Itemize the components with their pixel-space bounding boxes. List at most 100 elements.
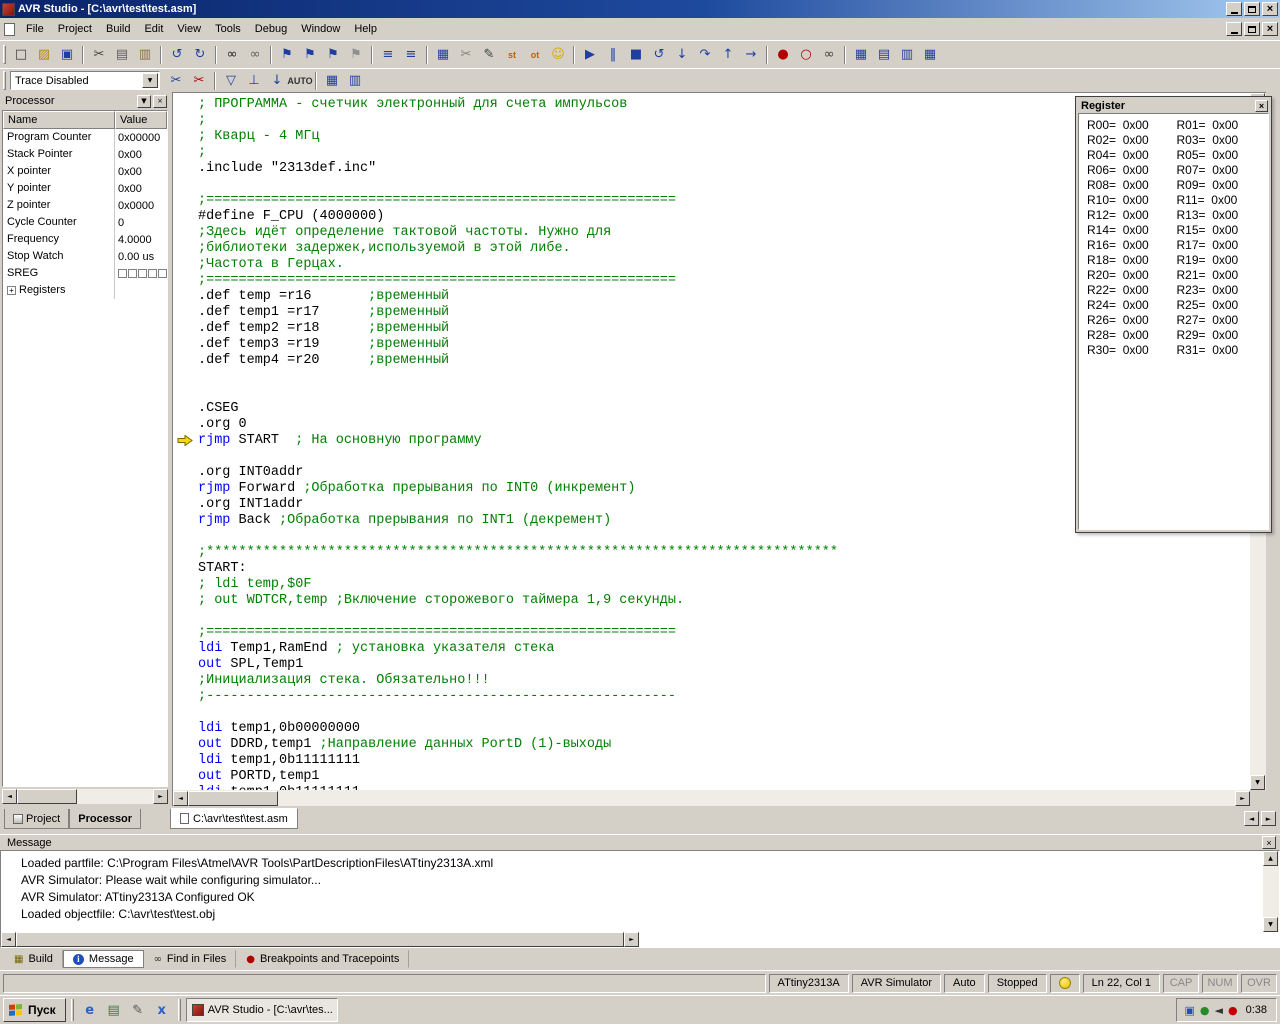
quickwatch-icon[interactable]: ∞ <box>818 45 840 65</box>
table-row-stop-watch[interactable]: Stop Watch0.00 us <box>3 248 167 265</box>
table-row-stack-pointer[interactable]: Stack Pointer0x00 <box>3 146 167 163</box>
auto-step-icon[interactable]: AUTO <box>289 71 311 91</box>
code-line[interactable]: ;***************************************… <box>198 545 838 561</box>
tab-build[interactable]: ▦Build <box>4 950 63 968</box>
register-r30[interactable]: R30= 0x00 <box>1087 343 1177 358</box>
row-value[interactable]: 0x0000 <box>115 197 167 214</box>
register-r09[interactable]: R09= 0x00 <box>1177 178 1267 193</box>
step-into-icon[interactable]: ↓ <box>671 45 693 65</box>
code-line[interactable]: ;Инициализация стека. Обязательно!!! <box>198 673 838 689</box>
code-line[interactable]: ;библиотеки задержек,используемой в этой… <box>198 241 838 257</box>
register-r06[interactable]: R06= 0x00 <box>1087 163 1177 178</box>
sreg-flag-v[interactable] <box>158 269 167 278</box>
code-line[interactable]: #define F_CPU (4000000) <box>198 209 838 225</box>
table-row-y-pointer[interactable]: Y pointer0x00 <box>3 180 167 197</box>
toggle-breakpoint-icon[interactable]: ● <box>772 45 794 65</box>
register-r17[interactable]: R17= 0x00 <box>1177 238 1267 253</box>
stack-monitor-icon[interactable]: ⊥ <box>243 71 265 91</box>
copy-icon[interactable]: ▤ <box>111 45 133 65</box>
code-line[interactable]: rjmp Back ;Обработка прерывания по INT1 … <box>198 513 838 529</box>
stop-icon[interactable]: ■ <box>625 45 647 65</box>
quicklaunch-x-icon[interactable]: x <box>151 999 173 1021</box>
scroll-left-icon[interactable]: ◄ <box>1 932 16 947</box>
file-tab[interactable]: C:\avr\test\test.asm <box>170 808 298 829</box>
code-line[interactable]: .org INT1addr <box>198 497 838 513</box>
menu-build[interactable]: Build <box>99 19 137 39</box>
scroll-down-icon[interactable]: ▼ <box>1250 775 1265 790</box>
save-icon[interactable]: ▣ <box>56 45 78 65</box>
code-line[interactable]: ; out WDTCR,temp ;Включение сторожевого … <box>198 593 838 609</box>
undo-icon[interactable]: ↺ <box>166 45 188 65</box>
tray-display-icon[interactable]: ▣ <box>1184 1004 1194 1017</box>
find-in-files-icon[interactable]: ∞ <box>244 45 266 65</box>
register-r20[interactable]: R20= 0x00 <box>1087 268 1177 283</box>
mdi-minimize-button[interactable] <box>1226 22 1242 36</box>
taskbar-avr-studio-button[interactable]: AVR Studio - [C:\avr\tes... <box>186 998 338 1022</box>
code-line[interactable]: .def temp4 =r20 ;временный <box>198 353 838 369</box>
scroll-right-icon[interactable]: ► <box>153 789 168 804</box>
code-line[interactable]: ; <box>198 113 838 129</box>
code-line[interactable]: out DDRD,temp1 ;Направление данных PortD… <box>198 737 838 753</box>
menu-help[interactable]: Help <box>347 19 384 39</box>
scrollbar-thumb[interactable] <box>17 789 77 804</box>
code-line[interactable] <box>198 609 838 625</box>
row-value[interactable]: 0x00 <box>115 163 167 180</box>
taskbar-divider[interactable] <box>178 999 181 1021</box>
table-row-cycle-counter[interactable]: Cycle Counter0 <box>3 214 167 231</box>
register-r07[interactable]: R07= 0x00 <box>1177 163 1267 178</box>
register-window-titlebar[interactable]: Register × <box>1078 98 1269 113</box>
row-value[interactable]: 0x00 <box>115 180 167 197</box>
stopwatch-icon[interactable]: st <box>501 45 523 65</box>
panel-menu-icon[interactable]: ▼ <box>137 95 151 108</box>
new-file-icon[interactable]: □ <box>10 45 32 65</box>
scroll-left-icon[interactable]: ◄ <box>173 791 188 806</box>
trace-combo[interactable]: Trace Disabled ▼ <box>10 71 160 90</box>
sreg-flag-t[interactable] <box>128 269 137 278</box>
row-value[interactable]: 0x00 <box>115 146 167 163</box>
code-line[interactable]: ;Здесь идёт определение тактовой частоты… <box>198 225 838 241</box>
code-line[interactable]: out SPL,Temp1 <box>198 657 838 673</box>
register-r23[interactable]: R23= 0x00 <box>1177 283 1267 298</box>
panel-close-icon[interactable]: × <box>153 95 167 108</box>
register-r03[interactable]: R03= 0x00 <box>1177 133 1267 148</box>
tab-scroll-left-icon[interactable]: ◄ <box>1244 811 1259 826</box>
taskbar-divider[interactable] <box>71 999 74 1021</box>
scroll-left-icon[interactable]: ◄ <box>2 789 17 804</box>
step-out-icon[interactable]: ↑ <box>717 45 739 65</box>
mdi-close-button[interactable]: × <box>1262 22 1278 36</box>
tab-scroll-right-icon[interactable]: ► <box>1261 811 1276 826</box>
run-icon[interactable]: ▶ <box>579 45 601 65</box>
menu-edit[interactable]: Edit <box>137 19 170 39</box>
code-line[interactable] <box>198 449 838 465</box>
tracepoint-icon[interactable]: ▽ <box>220 71 242 91</box>
row-value[interactable] <box>115 265 167 282</box>
register-r29[interactable]: R29= 0x00 <box>1177 328 1267 343</box>
code-line[interactable]: .include "2313def.inc" <box>198 161 838 177</box>
close-icon[interactable]: × <box>1262 836 1276 849</box>
register-r15[interactable]: R15= 0x00 <box>1177 223 1267 238</box>
menu-debug[interactable]: Debug <box>248 19 294 39</box>
close-button[interactable]: × <box>1262 2 1278 16</box>
outdent-icon[interactable]: ≡ <box>400 45 422 65</box>
code-line[interactable] <box>198 385 838 401</box>
menu-project[interactable]: Project <box>51 19 99 39</box>
menu-window[interactable]: Window <box>294 19 347 39</box>
io-view-icon[interactable]: ▥ <box>896 45 918 65</box>
menu-tools[interactable]: Tools <box>208 19 248 39</box>
code-line[interactable] <box>198 705 838 721</box>
quicklaunch-notes-icon[interactable]: ✎ <box>127 999 149 1021</box>
table-row-registers[interactable]: +Registers <box>3 282 167 299</box>
code-line[interactable]: ;=======================================… <box>198 193 838 209</box>
start-button[interactable]: Пуск <box>3 998 66 1022</box>
register-r18[interactable]: R18= 0x00 <box>1087 253 1177 268</box>
code-line[interactable]: rjmp START ; На основную программу <box>198 433 838 449</box>
show-memory-icon[interactable]: ▦ <box>321 71 343 91</box>
processor-hscrollbar[interactable]: ◄ ► <box>2 789 168 804</box>
row-value[interactable] <box>115 282 167 299</box>
register-r10[interactable]: R10= 0x00 <box>1087 193 1177 208</box>
register-r02[interactable]: R02= 0x00 <box>1087 133 1177 148</box>
redo-icon[interactable]: ↻ <box>189 45 211 65</box>
column-header-name[interactable]: Name <box>3 111 115 129</box>
tab-find-in-files[interactable]: ∞Find in Files <box>144 950 237 968</box>
scrollbar-thumb[interactable] <box>16 932 624 947</box>
